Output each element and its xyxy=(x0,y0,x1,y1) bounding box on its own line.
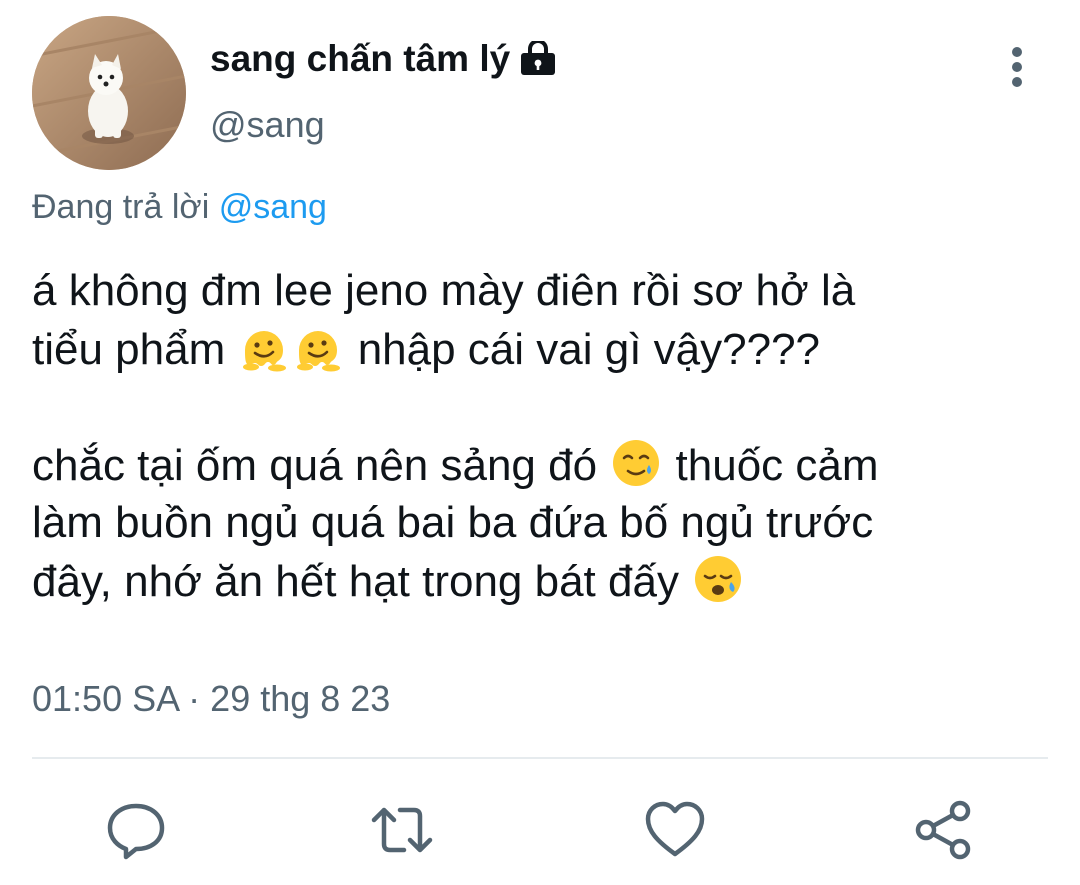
tweet-time: 01:50 SA xyxy=(32,678,179,719)
share-button[interactable] xyxy=(912,798,976,862)
timestamp-separator: · xyxy=(188,678,201,719)
user-handle[interactable]: @sang xyxy=(210,104,325,146)
lock-icon xyxy=(518,39,558,77)
tweet-line-text: chắc tại ốm quá nên sảng đó xyxy=(32,441,610,490)
tweet-line-text: á không đm lee jeno mày điên rồi sơ hở l… xyxy=(32,266,856,315)
display-name[interactable]: sang chấn tâm lý xyxy=(210,38,558,80)
tweet-text: á không đm lee jeno mày điên rồi sơ hở l… xyxy=(32,262,1077,610)
tweet-timestamp[interactable]: 01:50 SA · 29 thg 8 23 xyxy=(32,678,390,720)
more-options-button[interactable] xyxy=(1000,44,1034,90)
retweet-icon xyxy=(371,807,433,853)
tweet-line: tiểu phẩm nhập cái vai gì vậy???? xyxy=(32,320,1077,378)
tweet-date: 29 thg 8 23 xyxy=(210,678,391,719)
like-icon xyxy=(645,801,705,857)
tweet-line-text: thuốc cảm xyxy=(663,441,879,490)
tweet-line: chắc tại ốm quá nên sảng đó thuốc cảm xyxy=(32,436,1077,494)
share-icon xyxy=(915,800,971,860)
reply-icon xyxy=(107,803,165,860)
tweet-line-text: tiểu phẩm xyxy=(32,325,238,374)
like-button[interactable] xyxy=(643,798,707,862)
tweet-line-text: nhập cái vai gì vậy???? xyxy=(345,325,821,374)
display-name-text: sang chấn tâm lý xyxy=(210,38,511,79)
replying-to-label: Đang trả lời xyxy=(32,188,210,226)
divider xyxy=(32,757,1048,759)
tweet-line-text: đây, nhớ ăn hết hạt trong bát đấy xyxy=(32,557,692,606)
face-holding-back-tears-emoji xyxy=(609,436,663,490)
replying-to: Đang trả lời @sang xyxy=(32,188,327,227)
melting-face-emoji xyxy=(237,320,291,374)
sleepy-face-emoji xyxy=(691,552,745,606)
melting-face-emoji xyxy=(291,320,345,374)
tweet-line-text: làm buồn ngủ quá bai ba đứa bố ngủ trước xyxy=(32,498,874,547)
tweet-line: làm buồn ngủ quá bai ba đứa bố ngủ trước xyxy=(32,494,1077,552)
tweet-line: á không đm lee jeno mày điên rồi sơ hở l… xyxy=(32,262,1077,320)
tweet-line: đây, nhớ ăn hết hạt trong bát đấy xyxy=(32,552,1077,610)
vertical-dots-icon xyxy=(1012,47,1022,87)
avatar[interactable] xyxy=(32,16,186,170)
retweet-button[interactable] xyxy=(370,798,434,862)
replying-to-mention[interactable]: @sang xyxy=(219,188,327,226)
reply-button[interactable] xyxy=(104,798,168,862)
